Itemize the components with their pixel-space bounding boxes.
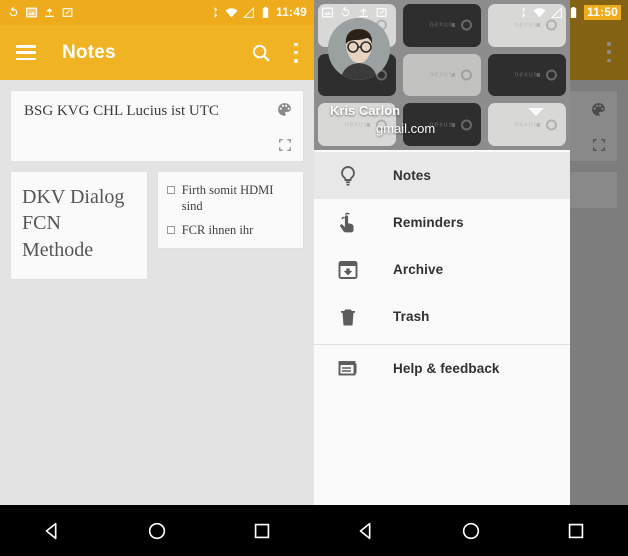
checklist-item-label: FCR ihnen ihr bbox=[181, 223, 254, 237]
nexus-device-tile: nexus bbox=[488, 103, 566, 146]
overflow-menu-icon[interactable] bbox=[294, 42, 298, 63]
battery-icon bbox=[262, 7, 269, 18]
bluetooth-icon bbox=[522, 7, 526, 18]
drawer-item-trash[interactable]: Trash bbox=[314, 293, 570, 340]
checklist-item-label: Firth somit HDMI sind bbox=[181, 183, 274, 213]
left-navigation-bar bbox=[0, 505, 314, 556]
home-circle-icon[interactable] bbox=[460, 520, 482, 542]
drawer-item-label: Reminders bbox=[393, 215, 464, 230]
back-triangle-icon[interactable] bbox=[41, 520, 63, 542]
drawer-item-label: Help & feedback bbox=[393, 360, 500, 376]
recents-square-icon[interactable] bbox=[251, 520, 273, 542]
drawer-item-reminders[interactable]: Reminders bbox=[314, 199, 570, 246]
status-notification-icons bbox=[7, 6, 74, 19]
lightbulb-icon bbox=[341, 165, 355, 186]
palette-icon[interactable] bbox=[276, 101, 293, 118]
user-avatar bbox=[328, 18, 390, 80]
drawer-item-help-feedback[interactable]: Help & feedback bbox=[314, 344, 570, 391]
trash-icon bbox=[341, 309, 355, 325]
search-icon[interactable] bbox=[250, 42, 272, 64]
cell-signal-icon bbox=[550, 6, 562, 18]
drawer-item-label: Notes bbox=[393, 168, 432, 183]
drawer-item-archive[interactable]: Archive bbox=[314, 246, 570, 293]
help-feedback-icon bbox=[338, 361, 357, 376]
checklist-item[interactable]: FCR ihnen ihr bbox=[166, 222, 293, 238]
battery-icon bbox=[570, 7, 577, 18]
note-card-checklist[interactable]: Firth somit HDMI sind FCR ihnen ihr bbox=[156, 171, 304, 249]
screenshot-icon bbox=[26, 7, 37, 18]
upload-icon bbox=[359, 8, 368, 18]
wifi-icon bbox=[225, 8, 238, 18]
drawer-item-label: Archive bbox=[393, 262, 444, 277]
checkbox[interactable] bbox=[166, 226, 175, 234]
note-card-text[interactable]: BSG KVG CHL Lucius ist UTC bbox=[10, 90, 304, 162]
drawer-item-notes[interactable]: Notes bbox=[314, 152, 570, 199]
home-circle-icon[interactable] bbox=[146, 520, 168, 542]
right-phone-screen: MI nexus nexus nexus nexus nexus nexus n… bbox=[314, 0, 628, 556]
expand-icon[interactable] bbox=[278, 138, 292, 152]
wifi-icon bbox=[533, 8, 546, 18]
checkbox[interactable] bbox=[166, 186, 175, 194]
back-triangle-icon[interactable] bbox=[355, 520, 377, 542]
status-clock: 11:50 bbox=[583, 5, 621, 20]
sync-icon bbox=[9, 6, 18, 17]
right-navigation-bar bbox=[314, 505, 628, 556]
recents-square-icon[interactable] bbox=[565, 520, 587, 542]
app-update-icon bbox=[62, 8, 73, 17]
status-clock: 11:49 bbox=[275, 5, 307, 19]
caret-down-icon[interactable] bbox=[528, 108, 544, 116]
upload-icon bbox=[45, 8, 54, 18]
hamburger-icon[interactable] bbox=[16, 45, 36, 60]
left-phone-screen: 11:49 Notes BSG KVG CHL Lucius ist UTC D… bbox=[0, 0, 314, 556]
navigation-drawer: nexus nexus nexus nexus nexus nexus nexu… bbox=[314, 0, 570, 531]
account-email: gmail.com bbox=[376, 121, 436, 136]
sync-icon bbox=[341, 6, 350, 17]
drawer-menu: Notes Reminders Archive Trash Help & fee… bbox=[314, 150, 570, 391]
left-app-toolbar: Notes bbox=[0, 25, 314, 80]
cell-signal-icon bbox=[242, 6, 254, 18]
right-status-bar: 11:50 bbox=[314, 0, 628, 25]
nexus-device-tile: nexus bbox=[403, 53, 481, 97]
nexus-device-tile: nexus bbox=[488, 53, 566, 97]
avatar[interactable] bbox=[328, 18, 390, 80]
left-status-bar: 11:49 bbox=[0, 0, 314, 25]
status-notification-icons bbox=[321, 6, 388, 19]
account-name: Kris Carlon bbox=[330, 103, 401, 118]
bluetooth-icon bbox=[214, 7, 218, 18]
note-cards-row: DKV Dialog FCN Methode Firth somit HDMI … bbox=[10, 171, 304, 281]
notes-list: BSG KVG CHL Lucius ist UTC DKV Dialog FC… bbox=[0, 80, 314, 556]
note-text: BSG KVG CHL Lucius ist UTC bbox=[24, 103, 219, 119]
status-system-icons: 11:49 bbox=[208, 6, 307, 19]
archive-icon bbox=[338, 260, 358, 279]
page-title: Notes bbox=[62, 41, 116, 63]
note-card-text[interactable]: DKV Dialog FCN Methode bbox=[10, 171, 148, 281]
checklist-item[interactable]: Firth somit HDMI sind bbox=[166, 182, 293, 214]
finger-reminder-icon bbox=[340, 212, 354, 232]
dual-screenshot-stage: 11:49 Notes BSG KVG CHL Lucius ist UTC D… bbox=[0, 0, 628, 556]
drawer-item-label: Trash bbox=[393, 309, 430, 324]
status-system-icons: 11:50 bbox=[516, 5, 621, 20]
app-update-icon bbox=[376, 8, 387, 17]
note-text: DKV Dialog FCN Methode bbox=[22, 186, 125, 261]
screenshot-icon bbox=[322, 7, 333, 18]
